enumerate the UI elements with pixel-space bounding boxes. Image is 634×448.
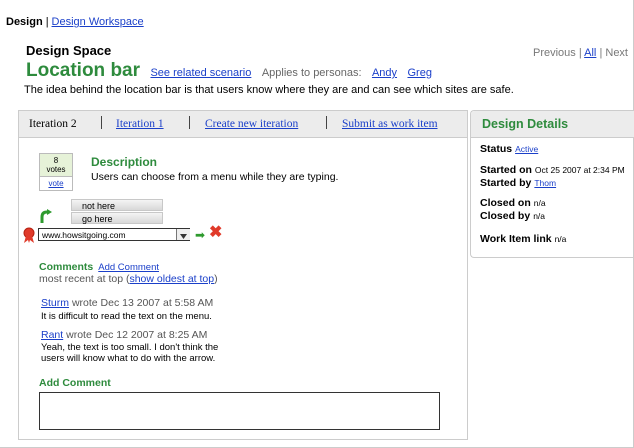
tab-submit-work-item[interactable]: Submit as work item: [342, 118, 438, 130]
persona-link-greg[interactable]: Greg: [407, 67, 431, 79]
item-headline: Location bar See related scenario Applie…: [26, 60, 432, 82]
detail-closed-by: Closed by n/a: [480, 210, 545, 222]
comment-textarea[interactable]: [39, 392, 440, 430]
comments-order-suffix: ): [214, 273, 218, 285]
detail-work-item: Work Item link n/a: [480, 233, 566, 245]
pager-all-link[interactable]: All: [584, 47, 596, 59]
detail-label: Closed by: [480, 210, 531, 222]
pager-previous: Previous: [532, 47, 576, 59]
comment-author-line: Sturm wrote Dec 13 2007 at 5:58 AM: [41, 297, 213, 309]
breadcrumb-root: Design: [6, 16, 43, 28]
detail-value: n/a: [554, 234, 567, 244]
breadcrumb-workspace-link[interactable]: Design Workspace: [52, 16, 144, 28]
chevron-down-icon: [176, 229, 190, 240]
design-details-header: Design Details: [471, 111, 634, 138]
tab-divider: [326, 116, 327, 129]
detail-label: Closed on: [480, 197, 531, 209]
detail-started-by: Started by Thom: [480, 177, 556, 189]
status-value-link[interactable]: Active: [515, 144, 538, 154]
tab-divider: [101, 116, 102, 129]
started-by-link[interactable]: Thom: [534, 178, 556, 188]
security-ribbon-icon: [23, 227, 35, 243]
add-comment-link[interactable]: Add Comment: [98, 262, 159, 273]
show-oldest-link[interactable]: show oldest at top: [129, 273, 214, 285]
detail-status: Status Active: [480, 143, 538, 155]
comment-text-line: Yeah, the text is too small. I don't thi…: [41, 342, 219, 353]
comment-meta: wrote Dec 13 2007 at 5:58 AM: [71, 297, 214, 309]
tab-iteration-2[interactable]: Iteration 2: [29, 118, 77, 130]
tab-create-iteration[interactable]: Create new iteration: [205, 118, 298, 130]
comments-heading: Comments: [39, 261, 94, 273]
iteration-panel: Iteration 2 Iteration 1 Create new itera…: [18, 110, 468, 440]
cancel-x-icon: ✖: [209, 224, 223, 241]
tab-divider: [189, 116, 190, 129]
comments-order-prefix: most recent at top (: [39, 273, 130, 285]
detail-value: n/a: [533, 211, 546, 221]
pager-separator: |: [599, 47, 603, 59]
detail-started-on: Started on Oct 25 2007 at 2:34 PM: [480, 164, 625, 176]
add-comment-heading: Add Comment: [39, 377, 111, 389]
personas-label: Applies to personas:: [261, 67, 362, 79]
comment-text: It is difficult to read the text on the …: [41, 311, 212, 322]
detail-label: Status: [480, 143, 513, 155]
pager-separator: |: [578, 47, 582, 59]
comments-header: Comments Add Comment: [39, 261, 159, 273]
tab-iteration-1[interactable]: Iteration 1: [116, 118, 164, 130]
breadcrumb: Design | Design Workspace: [6, 16, 144, 28]
description-heading: Description: [91, 155, 158, 169]
pager: Previous | All | Next: [533, 47, 628, 59]
description-text: Users can choose from a menu while they …: [91, 171, 339, 183]
detail-closed-on: Closed on n/a: [480, 197, 546, 209]
detail-label: Started by: [480, 177, 532, 189]
comment-author-line: Rant wrote Dec 12 2007 at 8:25 AM: [41, 329, 207, 341]
detail-value: n/a: [533, 198, 546, 208]
design-details-heading: Design Details: [482, 117, 569, 131]
curved-arrow-icon: [40, 209, 52, 223]
mockup-url-field: www.howsitgoing.com: [38, 228, 190, 241]
iteration-tab-bar: Iteration 2 Iteration 1 Create new itera…: [19, 111, 467, 138]
pager-next: Next: [605, 47, 628, 59]
mockup-suggestion-item: not here: [71, 199, 163, 211]
item-idea-text: The idea behind the location bar is that…: [24, 84, 514, 96]
related-scenario-link[interactable]: See related scenario: [150, 67, 251, 79]
space-title: Design Space: [26, 43, 112, 58]
breadcrumb-separator: |: [45, 16, 49, 28]
detail-value: Oct 25 2007 at 2:34 PM: [534, 165, 625, 175]
comment-text-line: users will know what to do with the arro…: [41, 353, 216, 364]
go-arrow-icon: ➡: [195, 228, 206, 242]
vote-count: 8: [53, 156, 59, 165]
vote-box: 8 votes vote: [39, 153, 73, 191]
persona-link-andy[interactable]: Andy: [372, 67, 397, 79]
comment-author-link[interactable]: Rant: [41, 329, 63, 341]
detail-label: Work Item link: [480, 233, 552, 245]
design-details-panel: Design Details Status Active Started on Oc…: [470, 110, 634, 258]
comments-order: most recent at top (show oldest at top): [39, 273, 218, 285]
vote-button[interactable]: vote: [40, 176, 72, 190]
detail-label: Started on: [480, 164, 532, 176]
vote-unit: votes: [46, 165, 66, 174]
comment-meta: wrote Dec 12 2007 at 8:25 AM: [66, 329, 208, 341]
comment-author-link[interactable]: Sturm: [41, 297, 69, 309]
mockup-suggestion-item: go here: [71, 212, 163, 224]
item-title: Location bar: [26, 60, 141, 81]
